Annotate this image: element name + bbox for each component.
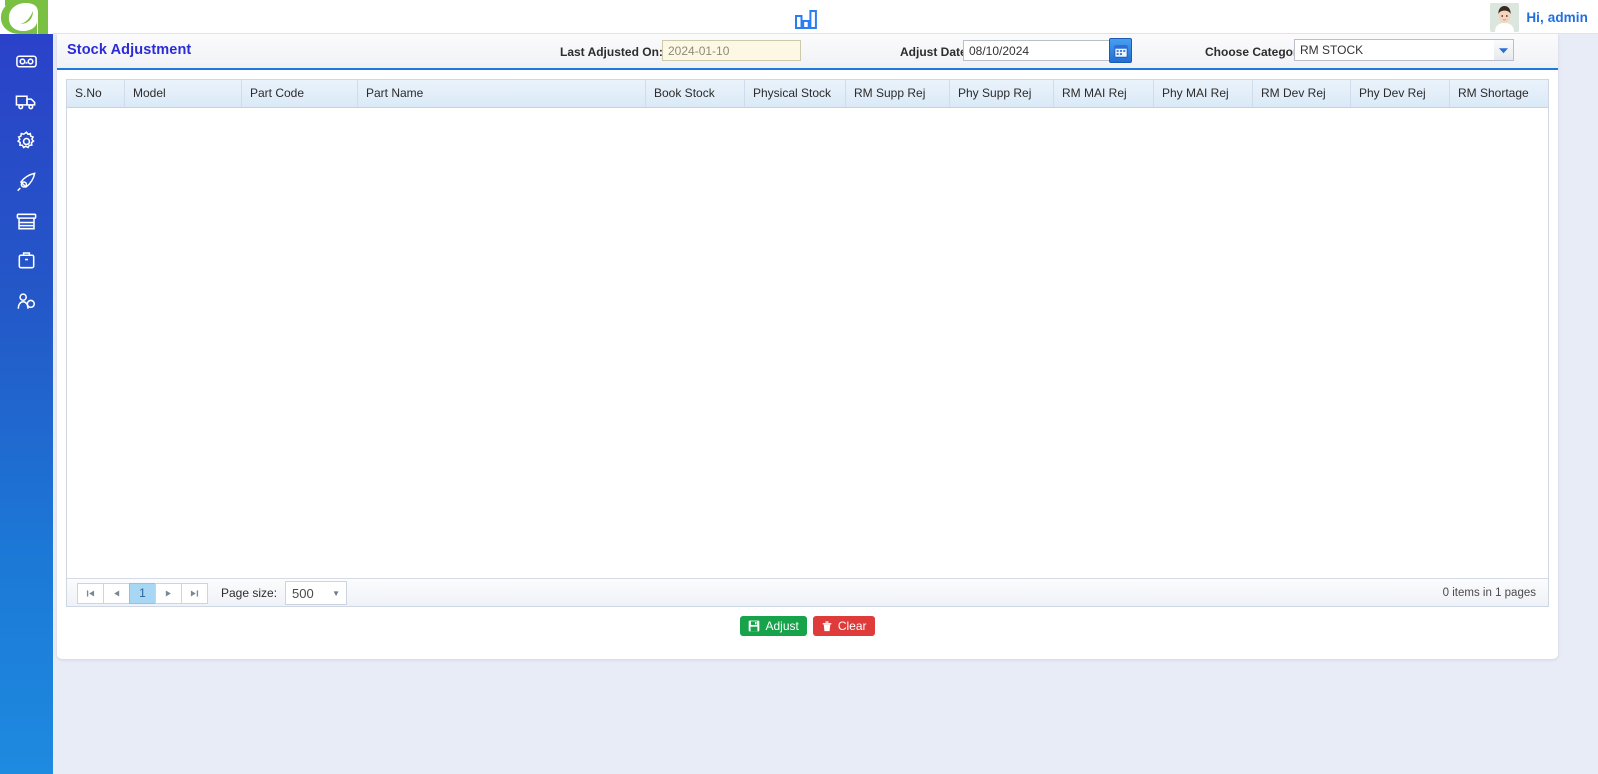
pager-next-button[interactable] <box>155 582 182 604</box>
grid-column-header[interactable]: RM MAI Rej <box>1054 80 1154 107</box>
calendar-picker-button[interactable] <box>1109 38 1132 63</box>
gear-icon <box>17 130 35 148</box>
action-bar: Adjust Clear <box>57 616 1558 636</box>
bar-chart-glyph-icon <box>795 10 817 29</box>
calendar-icon <box>1113 44 1128 58</box>
sidebar-item-delivery[interactable] <box>0 81 53 121</box>
truck-icon <box>15 94 36 109</box>
save-icon <box>749 620 760 632</box>
sidebar-item-vr-goggles[interactable] <box>0 41 53 81</box>
rocket-icon <box>17 171 36 191</box>
sidebar-item-inventory[interactable] <box>0 201 53 241</box>
last-adjusted-label: Last Adjusted On: <box>560 45 663 59</box>
sidebar <box>0 0 53 774</box>
adjust-button-label: Adjust <box>765 619 799 633</box>
adjust-date-label: Adjust Date <box>900 45 967 59</box>
clear-button-label: Clear <box>837 619 867 633</box>
page-size-select[interactable]: 500 ▼ <box>285 581 348 605</box>
grid-column-header[interactable]: RM Dev Rej <box>1253 80 1351 107</box>
logo-letter-a-icon <box>0 0 53 34</box>
pager-current-page[interactable]: 1 <box>129 582 156 604</box>
page-size-label: Page size: <box>221 586 278 600</box>
adjust-button[interactable]: Adjust <box>740 616 807 636</box>
sidebar-item-settings[interactable] <box>0 121 53 161</box>
page-size-chevron-down-icon: ▼ <box>332 588 341 598</box>
sidebar-item-briefcase[interactable] <box>0 240 53 280</box>
grid-column-header[interactable]: Book Stock <box>646 80 745 107</box>
last-page-icon <box>190 589 199 597</box>
bar-chart-icon[interactable] <box>792 4 820 30</box>
grid-column-header[interactable]: RM Shortage <box>1450 80 1548 107</box>
user-greeting: Hi, admin <box>1526 9 1588 25</box>
vr-goggles-icon <box>16 54 37 68</box>
grid-column-header[interactable]: Part Name <box>358 80 646 107</box>
clear-button[interactable]: Clear <box>812 616 875 636</box>
category-select[interactable]: RM STOCK <box>1294 39 1514 61</box>
page-size-value: 500 <box>292 585 314 601</box>
last-adjusted-input <box>662 40 801 61</box>
stock-adjustment-grid: S.No Model Part Code Part Name Book Stock Phy… <box>66 79 1549 607</box>
page-title: Stock Adjustment <box>67 42 192 58</box>
archive-box-icon <box>16 213 37 229</box>
chevron-down-icon[interactable] <box>1494 39 1514 61</box>
next-page-icon <box>165 589 171 597</box>
sidebar-item-users[interactable] <box>0 281 53 321</box>
avatar <box>1490 2 1520 32</box>
first-page-icon <box>86 589 95 597</box>
stock-adjustment-panel: Stock Adjustment Last Adjusted On: Adjus… <box>57 34 1558 659</box>
adjust-date-input[interactable] <box>963 40 1115 61</box>
app-logo[interactable] <box>0 0 53 34</box>
panel-header: Stock Adjustment Last Adjusted On: Adjus… <box>57 34 1558 70</box>
choose-category-label: Choose Category <box>1205 45 1305 59</box>
grid-column-header[interactable]: Phy Supp Rej <box>950 80 1054 107</box>
avatar-icon <box>1490 2 1520 32</box>
grid-column-header[interactable]: Model <box>125 80 242 107</box>
prev-page-icon <box>114 589 120 597</box>
grid-column-header[interactable]: S.No <box>67 80 125 107</box>
briefcase-icon <box>18 251 35 268</box>
pager-prev-button[interactable] <box>103 582 130 604</box>
chevron-down-glyph-icon <box>1499 47 1508 53</box>
grid-header-row: S.No Model Part Code Part Name Book Stock Phy… <box>67 80 1548 108</box>
grid-body <box>67 108 1548 578</box>
sidebar-item-rocket[interactable] <box>0 161 53 201</box>
people-icon <box>17 292 36 309</box>
grid-column-header[interactable]: Part Code <box>242 80 358 107</box>
item-count-label: 0 items in 1 pages <box>1442 587 1536 599</box>
grid-column-header[interactable]: Phy Dev Rej <box>1351 80 1450 107</box>
grid-column-header[interactable]: RM Supp Rej <box>846 80 950 107</box>
pager-last-button[interactable] <box>181 582 208 604</box>
pager-first-button[interactable] <box>77 582 104 604</box>
grid-column-header[interactable]: Phy MAI Rej <box>1154 80 1253 107</box>
top-bar: Hi, admin <box>53 0 1598 34</box>
user-menu[interactable]: Hi, admin <box>1490 1 1588 33</box>
grid-pager: 1 Page size: 500 ▼ 0 items in 1 pages <box>67 578 1548 606</box>
grid-column-header[interactable]: Physical Stock <box>745 80 846 107</box>
trash-icon <box>822 621 832 632</box>
